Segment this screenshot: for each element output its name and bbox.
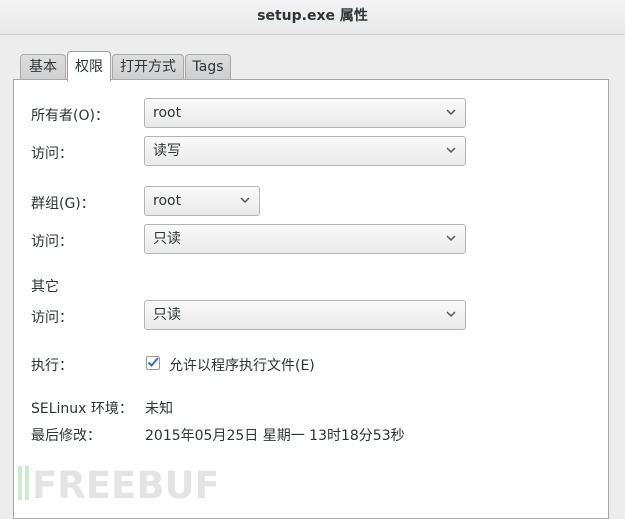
freebuf-watermark-logo: FREEBUF [18, 464, 216, 504]
chevron-down-icon [446, 235, 456, 242]
owner-select[interactable]: root [144, 98, 466, 128]
group-access-value: 只读 [153, 231, 181, 247]
owner-label: 所有者(O)： [31, 108, 109, 124]
chevron-down-icon [240, 197, 250, 204]
owner-select-value: root [153, 105, 182, 121]
others-access-select[interactable]: 只读 [144, 300, 466, 330]
modified-label: 最后修改： [31, 428, 101, 444]
group-access-select[interactable]: 只读 [144, 224, 466, 254]
others-access-label: 访问： [31, 310, 73, 326]
check-icon [147, 357, 159, 367]
group-label: 群组(G)： [31, 196, 95, 212]
selinux-value: 未知 [145, 401, 173, 417]
group-access-label: 访问： [31, 234, 73, 250]
group-select[interactable]: root [144, 186, 260, 216]
chevron-down-icon [446, 147, 456, 154]
watermark-text: FREEBUF [32, 464, 216, 504]
tab-tags[interactable]: Tags [185, 54, 231, 79]
chevron-down-icon [446, 311, 456, 318]
others-access-value: 只读 [153, 307, 181, 323]
execute-label: 执行： [31, 358, 73, 374]
group-select-value: root [153, 193, 182, 209]
chevron-down-icon [446, 109, 456, 116]
window-titlebar: setup.exe 属性 [0, 0, 625, 35]
owner-access-select[interactable]: 读写 [144, 136, 466, 166]
window-title: setup.exe 属性 [257, 8, 368, 24]
selinux-label: SELinux 环境： [31, 401, 133, 417]
others-label: 其它 [31, 279, 59, 295]
owner-access-value: 读写 [153, 143, 181, 159]
execute-checkbox[interactable] [146, 356, 160, 370]
execute-checkbox-label[interactable]: 允许以程序执行文件(E) [169, 355, 315, 375]
owner-access-label: 访问： [31, 146, 73, 162]
tab-permissions[interactable]: 权限 [67, 51, 111, 81]
tab-open-with[interactable]: 打开方式 [112, 54, 184, 79]
tab-basic[interactable]: 基本 [20, 54, 66, 79]
modified-value: 2015年05月25日 星期一 13时18分53秒 [145, 428, 405, 444]
